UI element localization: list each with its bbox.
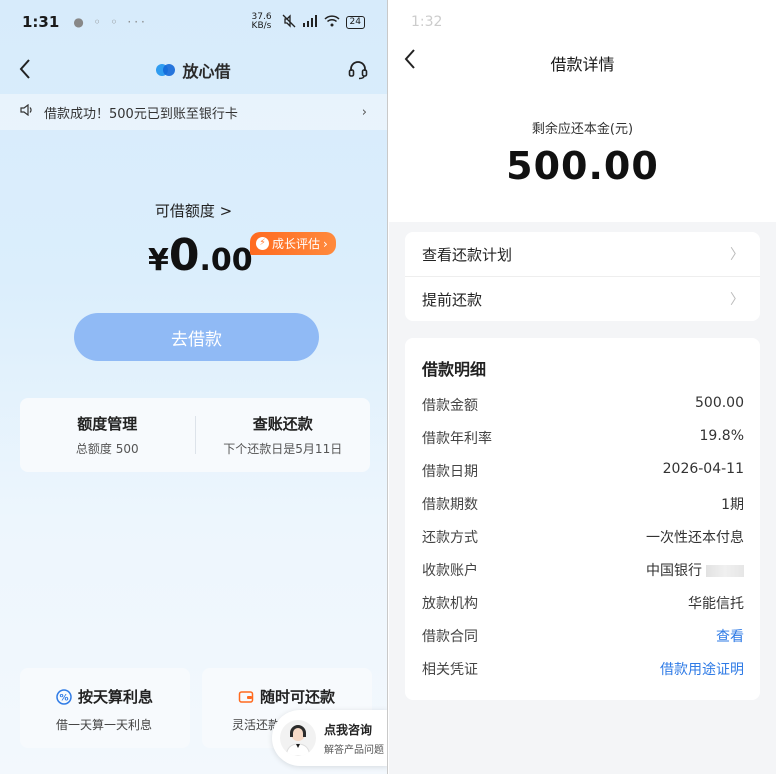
loan-home-screen: 1:31 ● ◦ ◦ ··· 37.6 KB/s 24 放心借 借款成功！500… [0,0,388,774]
consult-title: 点我咨询 [324,722,373,737]
detail-row: 借款合同 查看 [422,626,744,646]
loan-detail-card: 借款明细 借款金额 500.00 借款年利率 19.8% 借款日期 2026-0… [405,338,760,700]
quick-actions-card: 额度管理 总额度 500 查账还款 下个还款日是5月11日 [20,398,370,472]
remaining-principal-amount: 500.00 [506,144,659,188]
back-button[interactable] [18,58,32,84]
speaker-icon [20,103,34,120]
chevron-left-icon [19,59,30,79]
battery-indicator: 24 [345,15,365,29]
chevron-right-icon: 〉 [730,292,744,308]
percent-icon: % [56,688,72,705]
consult-float-button[interactable]: 点我咨询 解答产品问题 [272,710,387,766]
quota-management[interactable]: 额度管理 总额度 500 [20,398,195,472]
agent-avatar [280,720,316,756]
detail-row: 收款账户 中国银行 [422,560,744,580]
notice-text: 借款成功！500元已到账至银行卡 [44,106,238,122]
status-bar: 1:31 ● ◦ ◦ ··· 37.6 KB/s 24 [0,0,387,44]
loan-success-notice[interactable]: 借款成功！500元已到账至银行卡 › [0,94,387,130]
brand-name: 放心借 [182,62,231,81]
masked-account-number [706,565,744,577]
back-button[interactable] [403,48,417,74]
chevron-right-icon: › [323,236,328,251]
view-contract-link[interactable]: 查看 [716,626,744,646]
detail-row: 借款金额 500.00 [422,395,744,414]
detail-title: 借款明细 [422,360,487,379]
detail-row: 借款期数 1期 [422,497,744,513]
status-bar: 1:32 [389,0,776,44]
status-time: 1:32 [411,14,443,30]
bank-name: 中国银行 [646,563,702,579]
svg-text:%: % [59,693,68,703]
signal-icon [302,14,318,30]
consult-subtitle: 解答产品问题 [324,744,384,756]
top-nav: 借款详情 [389,44,776,82]
detail-row: 还款方式 一次性还本付息 [422,530,744,546]
bolt-icon: ⚡ [256,237,269,250]
top-nav: 放心借 [0,50,387,90]
chevron-right-icon: › [361,104,367,120]
chevron-left-icon [404,49,415,69]
customer-service-button[interactable] [347,58,369,84]
borrow-button[interactable]: 去借款 [74,313,319,361]
detail-row: 相关凭证 借款用途证明 [422,659,744,679]
repayment-menu: 查看还款计划 〉 提前还款 〉 [405,232,760,321]
mute-icon [282,13,296,31]
detail-row: 借款日期 2026-04-11 [422,461,744,480]
status-time: 1:31 [22,13,60,31]
headset-icon [348,61,368,80]
wifi-icon [324,14,340,30]
chevron-right-icon: 〉 [730,247,744,263]
net-speed: 37.6 KB/s [251,12,272,31]
page-title: 借款详情 [550,55,615,74]
detail-row: 借款年利率 19.8% [422,428,744,447]
status-icons: 37.6 KB/s 24 [252,13,365,31]
available-quota-label[interactable]: 可借额度 > [0,200,387,221]
detail-row: 放款机构 华能信托 [422,596,744,612]
available-quota-amount: ¥ 0 .00 [148,230,253,281]
early-repayment[interactable]: 提前还款 〉 [405,277,760,321]
loan-detail-screen: 1:32 借款详情 剩余应还本金(元) 500.00 查看还款计划 〉 提前还款… [389,0,776,774]
remaining-principal-label: 剩余应还本金(元) [531,122,634,137]
view-repayment-plan[interactable]: 查看还款计划 〉 [405,232,760,276]
brand: 放心借 [156,58,231,82]
brand-logo-icon [156,62,176,78]
loan-purpose-proof-link[interactable]: 借款用途证明 [660,659,744,679]
wallet-icon [238,690,254,703]
feature-daily-interest: % 按天算利息 借一天算一天利息 [20,668,190,748]
check-and-repay[interactable]: 查账还款 下个还款日是5月11日 [196,398,371,472]
notification-dots: ● ◦ ◦ ··· [73,15,148,29]
growth-assessment-badge[interactable]: ⚡ 成长评估 › [250,232,336,255]
